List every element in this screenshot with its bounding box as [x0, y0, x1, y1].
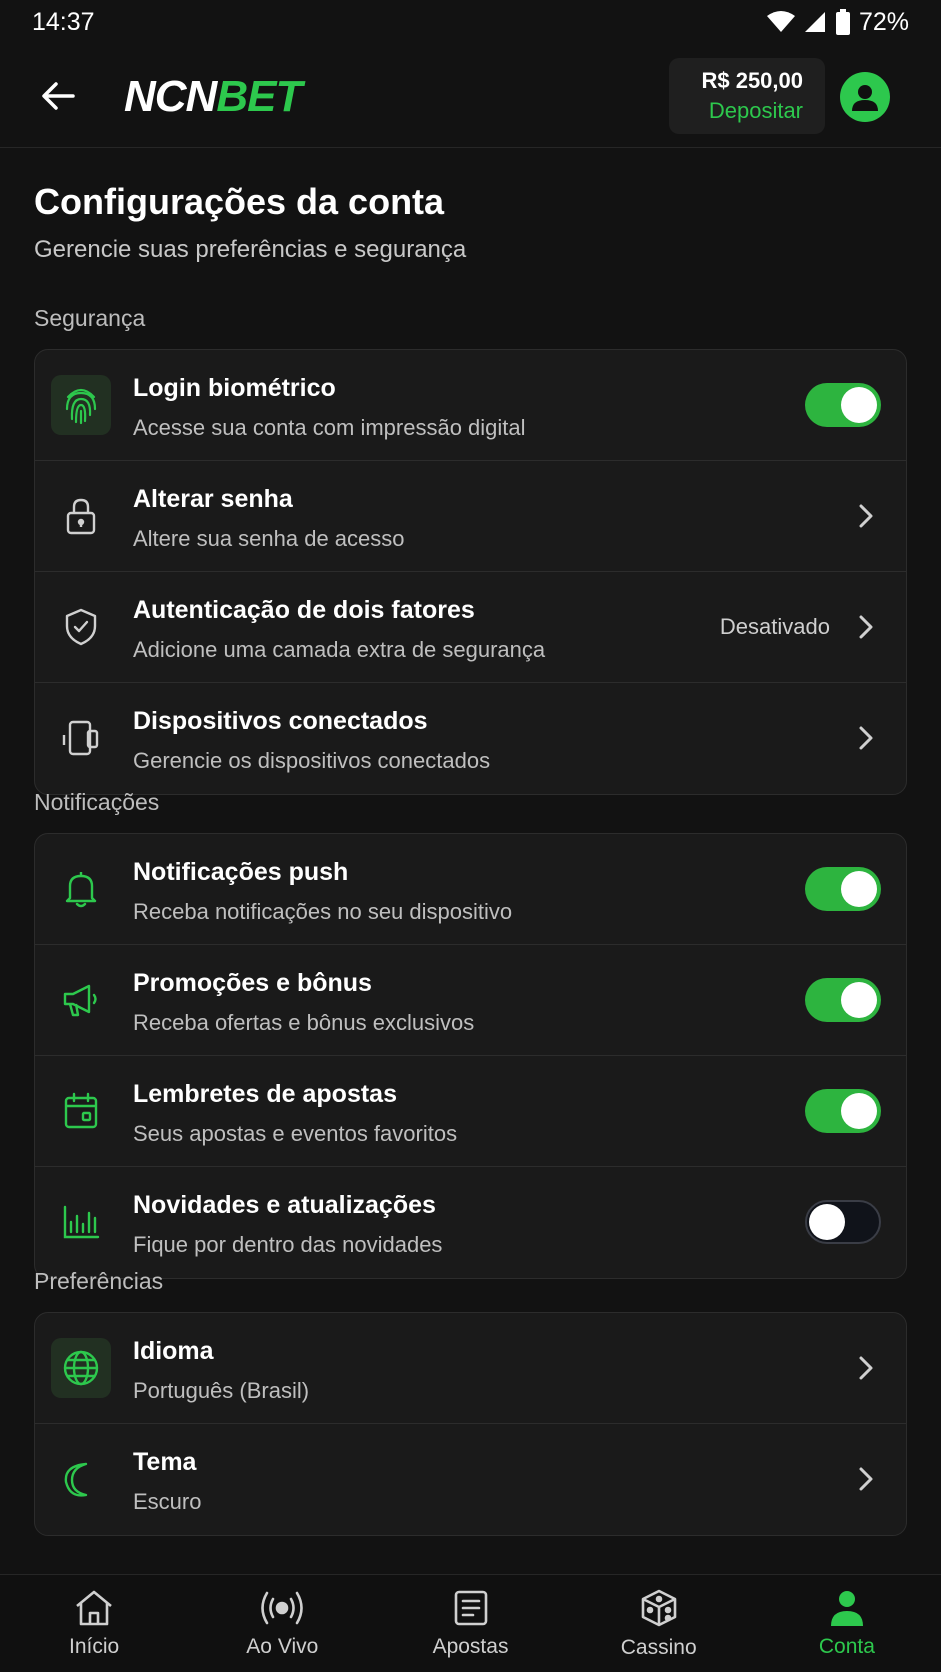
section-label-preferences: Preferências	[34, 1268, 164, 1294]
chevron-right-icon	[854, 612, 878, 642]
bottom-nav: Início Ao Vivo Apostas Cassino Conta	[0, 1574, 941, 1672]
calendar-icon	[51, 1081, 111, 1141]
row-theme[interactable]: Tema Escuro	[35, 1424, 906, 1535]
toggle-knob	[809, 1204, 845, 1240]
chart-icon	[51, 1192, 111, 1252]
row-subtitle: Acesse sua conta com impressão digital	[133, 415, 526, 440]
shield-icon	[51, 597, 111, 657]
battery-level: 72%	[858, 7, 909, 36]
nav-home[interactable]: Início	[0, 1575, 188, 1672]
bell-icon	[51, 859, 111, 919]
row-subtitle: Escuro	[133, 1489, 202, 1514]
bets-icon	[454, 1590, 487, 1625]
row-subtitle: Receba ofertas e bônus exclusivos	[133, 1010, 475, 1035]
chevron-right-icon	[854, 1464, 878, 1494]
toggle-knob	[841, 982, 877, 1018]
row-subtitle: Altere sua senha de acesso	[133, 526, 405, 551]
bet-reminders-toggle[interactable]	[805, 1089, 881, 1133]
row-title: Notificações push	[133, 858, 349, 886]
security-card: Login biométrico Acesse sua conta com im…	[34, 349, 907, 795]
row-bet-reminders[interactable]: Lembretes de apostas Seus apostas e even…	[35, 1056, 906, 1167]
arrow-left-icon	[42, 82, 75, 110]
row-title: Tema	[133, 1448, 197, 1476]
row-two-factor[interactable]: Autenticação de dois fatores Adicione um…	[35, 572, 906, 683]
nav-live[interactable]: Ao Vivo	[188, 1575, 376, 1672]
deposit-link[interactable]: Depositar	[709, 98, 803, 124]
page-title: Configurações da conta	[34, 181, 445, 222]
row-language[interactable]: Idioma Português (Brasil)	[35, 1313, 906, 1424]
status-time: 14:37	[32, 7, 95, 36]
row-title: Autenticação de dois fatores	[133, 596, 475, 624]
chevron-right-icon	[854, 1353, 878, 1383]
logo-text-accent: BET	[216, 72, 302, 121]
row-subtitle: Receba notificações no seu dispositivo	[133, 899, 513, 924]
devices-icon	[51, 708, 111, 768]
row-subtitle: Fique por dentro das novidades	[133, 1232, 443, 1257]
globe-icon	[51, 1338, 111, 1398]
promotions-toggle[interactable]	[805, 978, 881, 1022]
nav-label: Conta	[818, 1634, 875, 1658]
account-icon	[830, 1590, 863, 1626]
row-news-updates[interactable]: Novidades e atualizações Fique por dentr…	[35, 1167, 906, 1278]
row-title: Login biométrico	[133, 374, 336, 402]
row-subtitle: Seus apostas e eventos favoritos	[133, 1121, 458, 1146]
home-icon	[76, 1590, 112, 1625]
row-title: Lembretes de apostas	[133, 1080, 397, 1108]
section-label-notifications: Notificações	[34, 789, 160, 815]
moon-icon	[51, 1449, 111, 1509]
settings-content[interactable]: Configurações da conta Gerencie suas pre…	[0, 149, 941, 1574]
row-connected-devices[interactable]: Dispositivos conectados Gerencie os disp…	[35, 683, 906, 794]
row-subtitle: Português (Brasil)	[133, 1378, 310, 1403]
status-bar: 14:37 72%	[0, 0, 941, 44]
nav-label: Início	[69, 1634, 120, 1658]
user-icon	[852, 85, 878, 111]
row-title: Alterar senha	[133, 485, 293, 513]
row-push-notifications[interactable]: Notificações push Receba notificações no…	[35, 834, 906, 945]
row-title: Dispositivos conectados	[133, 707, 428, 735]
chevron-right-icon	[854, 723, 878, 753]
dice-icon	[641, 1589, 677, 1626]
news-updates-toggle[interactable]	[805, 1200, 881, 1244]
lock-icon	[51, 486, 111, 546]
logo-text-primary: NCN	[124, 72, 217, 121]
megaphone-icon	[51, 970, 111, 1030]
push-notifications-toggle[interactable]	[805, 867, 881, 911]
nav-label: Cassino	[620, 1635, 697, 1659]
wallet-balance: R$ 250,00	[701, 68, 803, 93]
brand-logo[interactable]: NCNBET	[124, 72, 302, 122]
wallet-button[interactable]: R$ 250,00 Depositar	[669, 58, 825, 134]
toggle-knob	[841, 1093, 877, 1129]
toggle-knob	[841, 387, 877, 423]
nav-label: Apostas	[432, 1634, 509, 1658]
two-factor-status: Desativado	[719, 614, 830, 639]
signal-icon	[804, 12, 825, 32]
avatar[interactable]	[840, 72, 890, 122]
row-promotions[interactable]: Promoções e bônus Receba ofertas e bônus…	[35, 945, 906, 1056]
preferences-card: Idioma Português (Brasil) Tema Escuro	[34, 1312, 907, 1536]
page-subtitle: Gerencie suas preferências e segurança	[34, 236, 467, 263]
status-indicators: 72%	[766, 7, 909, 37]
notifications-card: Notificações push Receba notificações no…	[34, 833, 907, 1279]
row-title: Promoções e bônus	[133, 969, 372, 997]
nav-casino[interactable]: Cassino	[565, 1575, 753, 1672]
nav-label: Ao Vivo	[246, 1634, 319, 1658]
row-title: Novidades e atualizações	[133, 1191, 436, 1219]
row-biometric-login[interactable]: Login biométrico Acesse sua conta com im…	[35, 350, 906, 461]
live-icon	[261, 1591, 304, 1624]
wifi-icon	[766, 11, 795, 32]
row-change-password[interactable]: Alterar senha Altere sua senha de acesso	[35, 461, 906, 572]
nav-account[interactable]: Conta	[753, 1575, 941, 1672]
nav-bets[interactable]: Apostas	[376, 1575, 564, 1672]
back-button[interactable]	[36, 74, 80, 118]
battery-icon	[835, 9, 850, 35]
row-subtitle: Gerencie os dispositivos conectados	[133, 748, 491, 773]
biometric-toggle[interactable]	[805, 383, 881, 427]
row-subtitle: Adicione uma camada extra de segurança	[133, 637, 546, 662]
fingerprint-icon	[51, 375, 111, 435]
row-title: Idioma	[133, 1337, 214, 1365]
toggle-knob	[841, 871, 877, 907]
app-header: NCNBET R$ 250,00 Depositar	[0, 52, 941, 148]
section-label-security: Segurança	[34, 305, 146, 331]
chevron-right-icon	[854, 501, 878, 531]
